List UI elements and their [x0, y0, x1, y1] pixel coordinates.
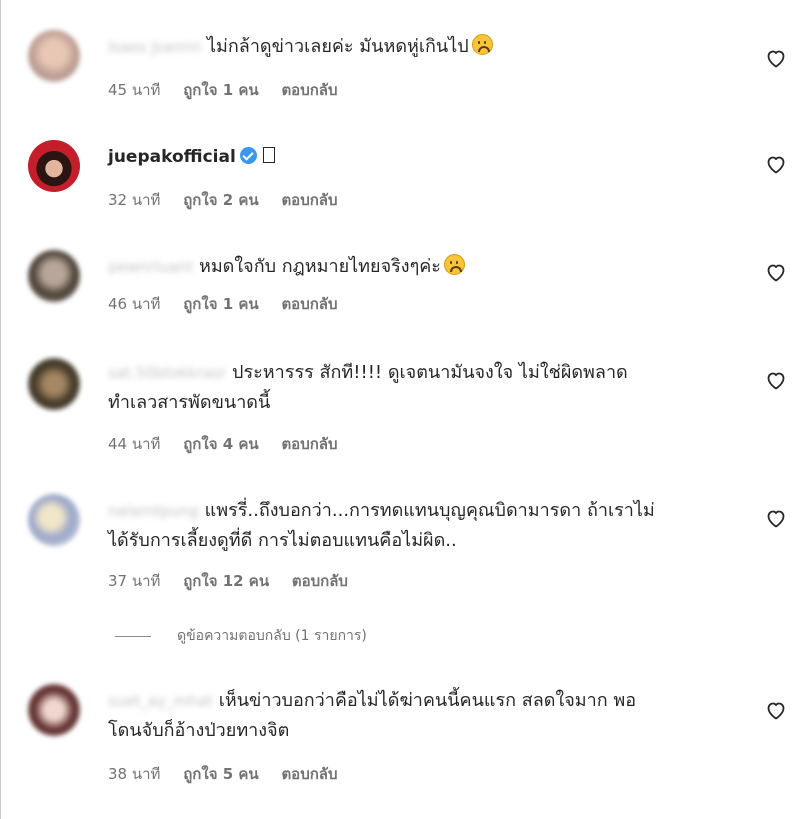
heart-outline-icon[interactable]: [764, 506, 788, 530]
left-border: [0, 0, 1, 819]
avatar[interactable]: [28, 494, 80, 546]
comment-item: juepakofficial 32 นาที ถูกใจ 2 คน ตอบกลั…: [28, 140, 788, 220]
avatar[interactable]: [28, 358, 80, 410]
comment-text-line1: ประหารรร สักที!!!! ดูเจตนามันจงใจ ไม่ใช่…: [232, 362, 628, 383]
comment-meta: 44 นาที ถูกใจ 4 คน ตอบกลับ: [108, 432, 356, 456]
comment-meta: 45 นาที ถูกใจ 1 คน ตอบกลับ: [108, 78, 356, 102]
comment-item: suet_ay_mhat เห็นข่าวบอกว่าคือไม่ได้ฆ่าคน…: [28, 684, 788, 784]
comment-time: 38 นาที: [108, 765, 161, 783]
comment-likes[interactable]: ถูกใจ 2 คน: [183, 191, 258, 209]
comment-item: Isaes Jsamin ไม่กล้าดูข่าวเลยค่ะ มันหดหู่…: [28, 30, 788, 110]
sad-face-emoji: [443, 254, 465, 275]
comment-username[interactable]: pewnrluant: [108, 252, 193, 282]
comment-text: ไม่กล้าดูข่าวเลยค่ะ มันหดหู่เกินไป: [206, 36, 469, 57]
reply-button[interactable]: ตอบกลับ: [281, 765, 337, 783]
comment-time: 46 นาที: [108, 295, 161, 313]
comment-likes[interactable]: ถูกใจ 4 คน: [183, 435, 258, 453]
comment-text: หมดใจกับ กฎหมายไทยจริงๆค่ะ: [198, 256, 441, 277]
comment-time: 44 นาที: [108, 435, 161, 453]
comment-likes[interactable]: ถูกใจ 1 คน: [183, 295, 258, 313]
comment-username[interactable]: sat.50btokkrasr: [108, 358, 226, 388]
comment-text-line2: ทำเลวสารพัดขนาดนี้: [108, 392, 271, 413]
heart-outline-icon[interactable]: [764, 46, 788, 70]
reply-button[interactable]: ตอบกลับ: [281, 435, 337, 453]
sad-face-emoji: [471, 34, 493, 55]
comment-username[interactable]: juepakofficial: [108, 142, 236, 172]
comment-likes[interactable]: ถูกใจ 12 คน: [183, 572, 269, 590]
comment-meta: 38 นาที ถูกใจ 5 คน ตอบกลับ: [108, 762, 356, 786]
comment-meta: 46 นาที ถูกใจ 1 คน ตอบกลับ: [108, 292, 356, 316]
heart-outline-icon[interactable]: [764, 368, 788, 392]
comment-time: 32 นาที: [108, 191, 161, 209]
comment-text-line1: แพรรี่..ถึงบอกว่า...การทดแทนบุญคุณบิดามา…: [204, 500, 655, 521]
verified-badge-icon: [239, 147, 257, 164]
comment-meta: 37 นาที ถูกใจ 12 คน ตอบกลับ: [108, 569, 366, 593]
comment-likes[interactable]: ถูกใจ 1 คน: [183, 81, 258, 99]
comment-text-line2: โดนจับก็อ้างป่วยทางจิต: [108, 720, 290, 741]
replies-divider: [115, 635, 151, 637]
comment-likes[interactable]: ถูกใจ 5 คน: [183, 765, 258, 783]
reply-button[interactable]: ตอบกลับ: [281, 191, 337, 209]
view-replies-button[interactable]: ดูข้อความตอบกลับ (1 รายการ): [115, 625, 367, 647]
missing-glyph-box: [262, 147, 275, 163]
reply-button[interactable]: ตอบกลับ: [292, 572, 348, 590]
comment-username[interactable]: suet_ay_mhat: [108, 686, 213, 716]
avatar[interactable]: [28, 30, 80, 82]
heart-outline-icon[interactable]: [764, 260, 788, 284]
comment-item: pewnrluant หมดใจกับ กฎหมายไทยจริงๆค่ะ 46 …: [28, 250, 788, 330]
comment-item: sat.50btokkrasr ประหารรร สักที!!!! ดูเจตน…: [28, 358, 788, 458]
comment-text-line1: เห็นข่าวบอกว่าคือไม่ได้ฆ่าคนนี้คนแรก สลด…: [218, 690, 637, 711]
comment-username[interactable]: nalamtpung: [108, 496, 199, 526]
comment-text-line2: ได้รับการเลี้ยงดูที่ดี การไม่ตอบแทนคือไม…: [108, 530, 457, 551]
heart-outline-icon[interactable]: [764, 152, 788, 176]
avatar[interactable]: [28, 250, 80, 302]
reply-button[interactable]: ตอบกลับ: [281, 81, 337, 99]
avatar[interactable]: [28, 140, 80, 192]
view-replies-label: ดูข้อความตอบกลับ (1 รายการ): [177, 628, 367, 644]
comment-username[interactable]: Isaes Jsamin: [108, 32, 201, 62]
avatar[interactable]: [28, 684, 80, 736]
reply-button[interactable]: ตอบกลับ: [281, 295, 337, 313]
comment-time: 37 นาที: [108, 572, 161, 590]
comment-meta: 32 นาที ถูกใจ 2 คน ตอบกลับ: [108, 188, 356, 212]
comment-item: nalamtpung แพรรี่..ถึงบอกว่า...การทดแทนบุ…: [28, 494, 788, 594]
heart-outline-icon[interactable]: [764, 698, 788, 722]
comment-time: 45 นาที: [108, 81, 161, 99]
